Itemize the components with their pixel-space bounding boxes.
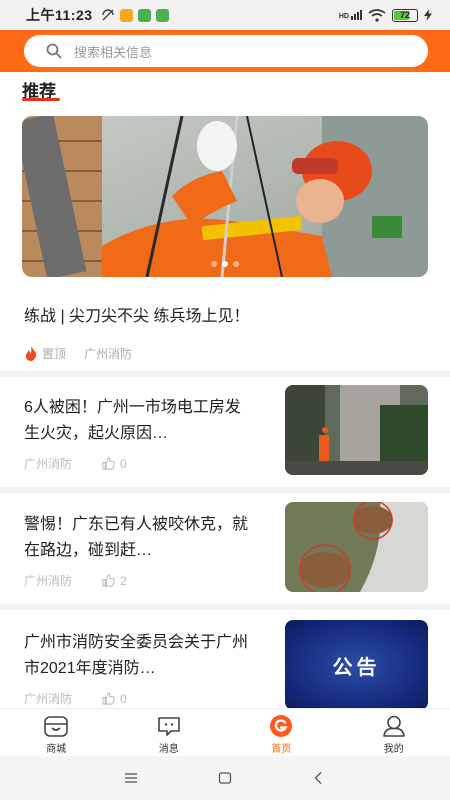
article-thumbnail: 公告	[285, 620, 428, 710]
article-thumbnail	[285, 502, 428, 592]
tab-label: 商城	[46, 744, 67, 755]
tab-label: 消息	[158, 744, 179, 755]
back-icon[interactable]	[311, 770, 327, 786]
battery-level: 72	[399, 10, 410, 20]
like-count: 0	[120, 456, 127, 471]
carousel-indicator[interactable]	[211, 261, 239, 267]
featured-title[interactable]: 练战 | 尖刀尖不尖 练兵场上见！	[24, 302, 250, 326]
tab-label: 我的	[383, 744, 404, 755]
like-count: 0	[120, 691, 127, 706]
message-icon	[157, 717, 180, 736]
search-icon	[46, 43, 62, 59]
app-header: 搜索相关信息	[0, 30, 450, 72]
search-input[interactable]: 搜索相关信息	[24, 35, 428, 67]
article-item[interactable]: 6人被困！广州一市场电工房发生火灾，起火原因… 广州消防 0	[0, 385, 450, 495]
divider	[0, 371, 450, 377]
shop-icon	[44, 716, 69, 737]
mute-icon	[101, 9, 114, 21]
article-title: 警惕！广东已有人被咬休克，就在路边，碰到赶…	[24, 516, 249, 559]
system-nav-bar	[0, 756, 450, 800]
like-count: 2	[120, 573, 127, 588]
article-thumbnail	[285, 385, 428, 475]
menu-icon[interactable]	[123, 770, 139, 786]
tab-messages[interactable]: 消息	[113, 709, 226, 756]
announcement-thumb-text: 公告	[332, 654, 381, 679]
section-title-underline	[22, 98, 60, 101]
tab-home[interactable]: 首页	[225, 709, 338, 756]
carousel-dot[interactable]	[222, 261, 228, 267]
status-bar: 上午11:23 HD 72	[0, 0, 450, 30]
thumbs-up-icon[interactable]	[102, 692, 115, 705]
article-source: 广州消防	[24, 457, 73, 471]
home-logo-icon	[270, 715, 293, 737]
profile-icon	[382, 715, 405, 737]
charging-icon	[424, 9, 432, 21]
mail-notification-icon	[119, 8, 133, 22]
status-time: 上午11:23	[26, 7, 93, 23]
chat-notification-icon	[155, 8, 169, 22]
network-type: HD	[338, 13, 349, 20]
notification-icons	[101, 8, 169, 22]
featured-source: 广州消防	[84, 347, 133, 361]
fire-scene-image	[285, 385, 428, 475]
tab-profile[interactable]: 我的	[338, 709, 450, 756]
carousel-dot[interactable]	[211, 261, 217, 267]
divider	[0, 604, 450, 610]
search-placeholder: 搜索相关信息	[74, 44, 153, 60]
article-source: 广州消防	[24, 692, 73, 706]
home-square-icon[interactable]	[217, 770, 233, 786]
article-meta: 广州消防 0	[24, 455, 127, 472]
status-right: HD 72	[339, 8, 432, 22]
battery-icon: 72	[392, 8, 418, 22]
firefighter-rope-training-image	[22, 116, 428, 277]
featured-banner[interactable]	[22, 116, 428, 277]
thumbs-up-icon[interactable]	[102, 457, 115, 470]
pinned-label: 置顶	[42, 347, 67, 361]
fire-ant-nest-image	[285, 502, 428, 592]
featured-meta: 置顶 广州消防	[24, 345, 132, 362]
thumbs-up-icon[interactable]	[102, 574, 115, 587]
article-source: 广州消防	[24, 574, 73, 588]
article-meta: 广州消防 2	[24, 572, 127, 589]
bottom-tab-bar: 商城 消息 首页 我的	[0, 708, 450, 756]
tab-shop[interactable]: 商城	[0, 709, 113, 756]
article-meta: 广州消防 0	[24, 690, 127, 707]
flame-icon	[25, 346, 37, 361]
article-title: 6人被困！广州一市场电工房发生火灾，起火原因…	[24, 399, 241, 442]
divider	[0, 487, 450, 493]
article-title: 广州市消防安全委员会关于广州市2021年度消防…	[24, 634, 249, 677]
tab-label: 首页	[271, 744, 292, 755]
wifi-icon	[368, 8, 386, 22]
article-item[interactable]: 警惕！广东已有人被咬休克，就在路边，碰到赶… 广州消防 2	[0, 502, 450, 612]
carousel-dot[interactable]	[233, 261, 239, 267]
wechat-notification-icon	[137, 8, 151, 22]
signal-icon: HD	[339, 10, 362, 20]
